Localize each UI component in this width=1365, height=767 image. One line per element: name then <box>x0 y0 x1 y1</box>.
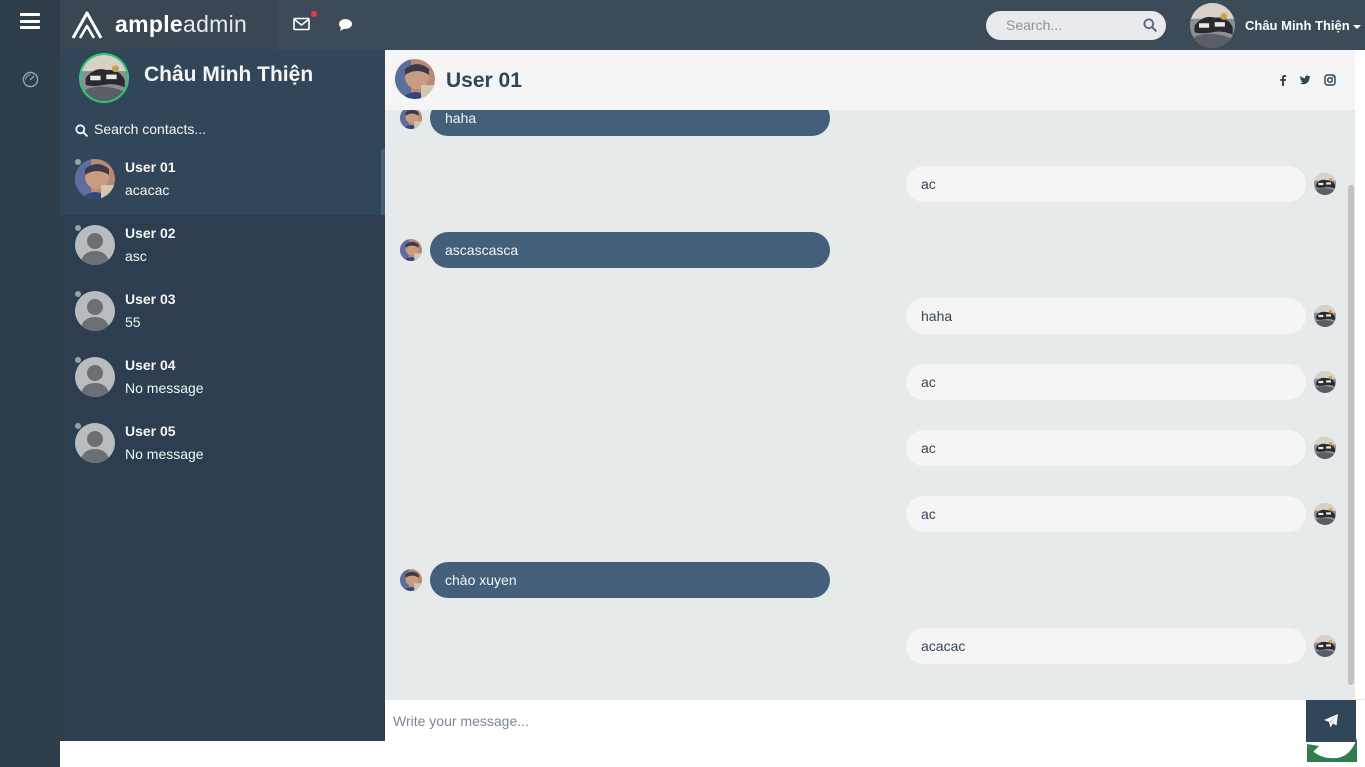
avatar <box>75 291 115 331</box>
profile-avatar[interactable] <box>79 53 129 103</box>
contact-name: User 02 <box>125 225 176 241</box>
contact-item[interactable]: User 02 asc <box>60 215 385 281</box>
message-text: ac <box>906 430 1306 466</box>
status-dot <box>75 225 81 231</box>
contact-item[interactable]: User 04 No message <box>60 347 385 413</box>
message-text: ac <box>906 166 1306 202</box>
chat-header: User 01 <box>385 50 1355 110</box>
dashboard-icon[interactable] <box>22 71 39 88</box>
user-menu-toggle[interactable]: Châu Minh Thiện <box>1245 18 1361 33</box>
avatar <box>75 159 115 199</box>
message-list: haha ac ascascasca haha ac ac ac chào xu… <box>385 110 1355 699</box>
avatar <box>1314 305 1336 327</box>
message-sent: ac <box>385 496 1355 532</box>
message-text: chào xuyen <box>430 562 830 598</box>
top-search-input[interactable] <box>1006 17 1136 33</box>
status-dot <box>75 291 81 297</box>
message-sent: ac <box>385 166 1355 202</box>
chat-icon[interactable] <box>338 18 353 32</box>
brand-name: ampleadmin <box>115 11 248 37</box>
facebook-icon[interactable] <box>1277 74 1289 86</box>
paper-plane-icon <box>1324 714 1338 728</box>
profile-header: Châu Minh Thiện <box>60 50 385 110</box>
avatar <box>400 569 422 591</box>
mail-icon[interactable] <box>293 17 310 31</box>
avatar <box>75 357 115 397</box>
chevron-down-icon <box>1352 24 1361 29</box>
contact-preview: 55 <box>125 314 141 330</box>
message-sent: acacac <box>385 628 1355 664</box>
contact-name: User 05 <box>125 423 176 439</box>
avatar <box>1314 503 1336 525</box>
message-text: haha <box>906 298 1306 334</box>
contact-search[interactable] <box>60 110 385 150</box>
twitter-icon[interactable] <box>1299 74 1311 86</box>
avatar <box>1314 437 1336 459</box>
message-received: haha <box>385 110 1355 136</box>
message-sent: ac <box>385 430 1355 466</box>
contact-search-input[interactable] <box>94 121 364 137</box>
contact-preview: No message <box>125 380 204 396</box>
scrollbar[interactable] <box>1348 185 1354 685</box>
message-text: haha <box>430 110 830 136</box>
contact-name: User 04 <box>125 357 176 373</box>
message-text: ascascasca <box>430 232 830 268</box>
avatar <box>400 110 422 129</box>
contact-preview: asc <box>125 248 147 264</box>
top-bar: ampleadmin Châu Minh Thiện <box>60 0 1365 50</box>
message-composer <box>385 699 1365 742</box>
avatar <box>400 239 422 261</box>
brand-logo-area[interactable]: ampleadmin <box>60 0 278 50</box>
status-dot <box>75 423 81 429</box>
message-sent: haha <box>385 298 1355 334</box>
avatar[interactable] <box>1190 3 1235 48</box>
side-rail <box>0 0 60 767</box>
contact-name: User 03 <box>125 291 176 307</box>
avatar <box>75 225 115 265</box>
message-input[interactable] <box>393 713 1273 729</box>
contact-preview: acacac <box>125 182 170 198</box>
message-received: ascascasca <box>385 232 1355 268</box>
send-button[interactable] <box>1306 700 1356 742</box>
message-text: ac <box>906 364 1306 400</box>
avatar <box>1314 635 1336 657</box>
avatar <box>75 423 115 463</box>
message-received: chào xuyen <box>385 562 1355 598</box>
profile-name: Châu Minh Thiện <box>144 63 314 86</box>
instagram-icon[interactable] <box>1324 74 1336 86</box>
contact-item[interactable]: User 05 No message <box>60 413 385 479</box>
contacts-panel: Châu Minh Thiện User 01 acacac User 02 a… <box>60 50 385 741</box>
chat-widget-icon[interactable] <box>1307 738 1357 762</box>
top-search[interactable] <box>986 11 1166 40</box>
message-sent: ac <box>385 364 1355 400</box>
avatar <box>1314 371 1336 393</box>
contact-list: User 01 acacac User 02 asc User 03 55 Us… <box>60 149 385 479</box>
message-text: ac <box>906 496 1306 532</box>
contact-item[interactable]: User 01 acacac <box>60 149 385 215</box>
search-icon <box>75 124 88 137</box>
contact-name: User 01 <box>125 159 176 175</box>
contact-item[interactable]: User 03 55 <box>60 281 385 347</box>
avatar <box>395 59 435 99</box>
message-text: acacac <box>906 628 1306 664</box>
logo-icon <box>71 11 103 39</box>
contact-preview: No message <box>125 446 204 462</box>
search-icon[interactable] <box>1143 18 1157 32</box>
notification-dot <box>311 11 317 17</box>
avatar <box>1314 173 1336 195</box>
status-dot <box>75 159 81 165</box>
chat-title: User 01 <box>446 69 522 92</box>
status-dot <box>75 357 81 363</box>
menu-icon[interactable] <box>20 13 40 29</box>
